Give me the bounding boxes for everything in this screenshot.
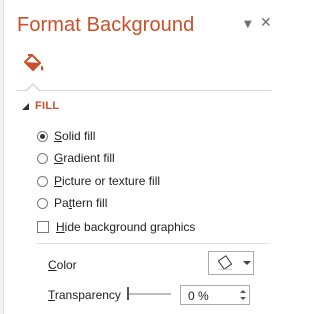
transparency-slider[interactable] [127,287,171,300]
solid-fill-label: Solid fill [54,129,96,143]
hide-background-graphics-label: Hide background graphics [56,220,196,234]
picture-texture-fill-label: Picture or texture fill [54,174,161,188]
section-divider [37,243,271,244]
transparency-value[interactable]: 0 % [188,289,209,303]
transparency-spinner[interactable]: 0 % [180,285,250,305]
hide-background-graphics-option[interactable]: Hide background graphics [37,219,195,235]
slider-thumb[interactable] [127,287,129,300]
color-picker-button[interactable] [208,251,254,275]
transparency-label: Transparency [48,288,121,302]
spin-up-icon[interactable] [240,290,246,293]
solid-fill-radio[interactable] [37,130,48,142]
pattern-fill-option[interactable]: Pattern fill [37,195,107,211]
color-label: Color [48,258,77,272]
gradient-fill-radio[interactable] [37,152,48,164]
pattern-fill-radio[interactable] [37,197,48,209]
paint-bucket-icon [217,255,235,272]
picture-texture-fill-option[interactable]: Picture or texture fill [37,173,160,189]
spin-down-icon[interactable] [240,297,246,300]
fill-tab[interactable] [20,52,46,78]
solid-fill-option[interactable]: Solid fill [37,128,95,144]
tab-divider [17,90,271,91]
close-icon[interactable]: ✕ [260,15,272,31]
pane-title: Format Background [17,14,195,36]
gradient-fill-option[interactable]: Gradient fill [37,150,115,166]
gradient-fill-label: Gradient fill [54,151,115,165]
pane-resize-edge[interactable] [0,0,4,314]
hide-background-graphics-checkbox[interactable] [37,221,49,233]
pattern-fill-label: Pattern fill [54,196,108,210]
format-background-pane: Format Background ▼ ✕ FILL Solid fill Gr… [0,0,279,314]
fill-bucket-icon [24,54,44,71]
chevron-down-icon[interactable]: ▼ [244,19,252,30]
picture-texture-fill-radio[interactable] [37,175,48,187]
dropdown-arrow-icon[interactable] [243,261,251,265]
fill-section-label: FILL [35,100,60,112]
fill-section-header[interactable]: FILL [22,100,59,112]
collapse-icon [22,102,29,110]
